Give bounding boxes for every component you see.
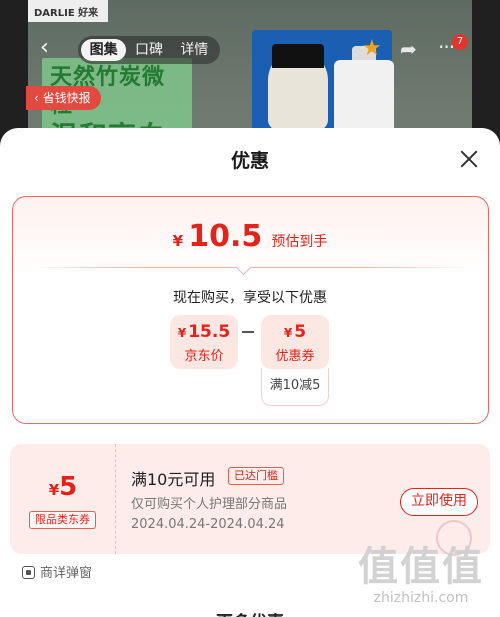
coupon-value-panel: ¥5 限品类东券	[10, 444, 116, 554]
coupon-validity: 2024.04.24-2024.04.24	[131, 517, 285, 532]
use-now-button[interactable]: 立即使用	[400, 488, 478, 516]
price-summary-card: ¥ 10.5 预估到手 现在购买，享受以下优惠 ¥15.5 京东价 ¥5 优惠券…	[12, 196, 489, 424]
site-watermark: 值值值 zhizhizhi.com	[346, 520, 496, 610]
coupon-amount: 5	[294, 322, 307, 342]
coupon-title: 满10元可用	[131, 470, 216, 489]
divider-notch	[235, 259, 252, 276]
estimated-currency: ¥	[172, 232, 184, 250]
coupon-condition: 满10减5	[261, 368, 329, 406]
sheet-title: 优惠	[230, 150, 269, 172]
estimated-amount: 10.5	[188, 219, 263, 254]
jd-price-amount: 15.5	[188, 322, 231, 342]
watermark-url: zhizhizhi.com	[373, 590, 469, 606]
box-mascot-hat	[272, 44, 324, 68]
discount-intro: 现在购买，享受以下优惠	[173, 290, 327, 306]
coupon-currency: ¥	[283, 326, 293, 340]
estimated-price: ¥ 10.5 预估到手	[13, 219, 487, 254]
coupon-card-currency: ¥	[48, 481, 60, 499]
coupon-card-value: ¥5	[10, 472, 116, 502]
watermark-mark: 值值值	[358, 544, 484, 590]
detail-popup-label: 商详弹窗	[40, 566, 93, 581]
star-icon[interactable]: ★	[362, 38, 384, 60]
detail-popup-row[interactable]: 商详弹窗	[22, 562, 93, 581]
jd-price-tile: ¥15.5 京东价	[170, 315, 238, 369]
quick-news-tag[interactable]: ‹ 省钱快报	[26, 86, 101, 110]
estimated-note: 预估到手	[271, 234, 328, 250]
coupon-card-amount: 5	[59, 472, 78, 502]
share-icon[interactable]: ➦	[400, 38, 424, 60]
coupon-tile: ¥5 优惠券	[261, 315, 329, 369]
gallery-tabs: 图集 口碑 详情	[78, 36, 220, 64]
tab-reviews[interactable]: 口碑	[126, 39, 171, 61]
coupon-kind-badge: 限品类东券	[29, 511, 96, 529]
coupon-value: ¥5	[261, 322, 329, 342]
threshold-met-badge: 已达门槛	[228, 467, 284, 485]
coupon-description: 仅可购买个人护理部分商品	[131, 497, 288, 512]
notification-badge: 7	[452, 34, 468, 50]
tab-gallery[interactable]: 图集	[81, 39, 127, 61]
close-icon[interactable]	[458, 148, 480, 170]
jd-price-currency: ¥	[177, 326, 187, 340]
back-chevron-icon[interactable]: ‹	[40, 37, 62, 59]
jd-price-value: ¥15.5	[170, 322, 238, 342]
coupon-label: 优惠券	[275, 349, 315, 364]
popup-window-icon	[22, 566, 35, 579]
jd-price-label: 京东价	[184, 349, 224, 364]
minus-icon	[242, 331, 254, 333]
tab-details[interactable]: 详情	[172, 39, 217, 61]
brand-logo-text: DARLIE 好来	[28, 0, 108, 22]
